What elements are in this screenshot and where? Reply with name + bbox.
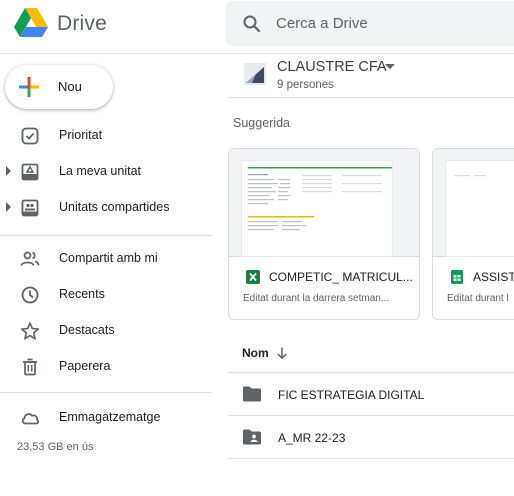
cloud-icon — [20, 408, 40, 428]
folder-members-count[interactable]: 9 persones — [277, 79, 334, 91]
search-bar[interactable]: Cerca a Drive — [225, 1, 514, 46]
search-icon[interactable] — [242, 14, 262, 34]
chevron-down-icon[interactable] — [385, 64, 395, 69]
sidebar-item-starred[interactable]: Destacats — [0, 315, 212, 347]
file-list-row[interactable]: FIC ESTRATEGIA DIGITAL — [228, 373, 514, 415]
sidebar-item-shared-drives[interactable]: Unitats compartides — [0, 192, 212, 224]
excel-icon — [245, 269, 261, 285]
file-list-row[interactable]: A_MR 22-23 — [228, 416, 514, 458]
sidebar-item-priority[interactable]: Prioritat — [0, 120, 212, 152]
sidebar-item-label: Emmagatzematge — [59, 410, 161, 424]
header-divider — [0, 53, 514, 54]
folder-title[interactable]: CLAUSTRE CFA — [277, 59, 387, 75]
app-title[interactable]: Drive — [57, 12, 107, 36]
sidebar-item-label: Compartit amb mi — [59, 251, 158, 265]
check-circle-icon — [20, 126, 40, 146]
sidebar-item-shared-with-me[interactable]: Compartit amb mi — [0, 243, 212, 275]
row-divider — [228, 458, 514, 459]
drive-logo-icon[interactable] — [14, 8, 48, 38]
search-input[interactable]: Cerca a Drive — [276, 15, 368, 32]
sort-arrow-down-icon[interactable] — [276, 346, 288, 360]
file-name: FIC ESTRATEGIA DIGITAL — [278, 388, 425, 402]
file-meta: Editat durant la darrera setman... — [243, 293, 390, 304]
suggested-section-title: Suggerida — [233, 116, 290, 130]
file-thumbnail — [229, 149, 419, 257]
sheets-icon — [449, 269, 465, 285]
folder-icon — [242, 385, 262, 403]
my-drive-icon — [20, 162, 40, 182]
sidebar-item-label: La meva unitat — [59, 164, 141, 178]
sidebar-item-label: Paperera — [59, 359, 111, 373]
expand-arrow-icon[interactable] — [6, 202, 11, 212]
sidebar-item-label: Recents — [59, 287, 105, 301]
shared-folder-avatar-icon — [244, 63, 266, 85]
shared-drives-icon — [20, 198, 40, 218]
sidebar-item-label: Prioritat — [59, 128, 103, 142]
trash-icon — [20, 357, 40, 377]
spreadsheet-preview — [445, 160, 514, 257]
people-icon — [20, 249, 40, 269]
clock-icon — [20, 285, 40, 305]
header-divider — [228, 97, 514, 98]
storage-usage-text: 23,53 GB en ús — [17, 441, 94, 453]
file-name: ASSISTE — [473, 270, 514, 284]
sidebar-divider — [0, 235, 212, 236]
new-button[interactable]: Nou — [5, 65, 113, 109]
sidebar-item-recent[interactable]: Recents — [0, 279, 212, 311]
column-header-name[interactable]: Nom — [242, 346, 269, 360]
sidebar-item-my-drive[interactable]: La meva unitat — [0, 156, 212, 188]
file-meta: Editat durant l — [447, 293, 509, 304]
spreadsheet-preview — [241, 160, 393, 257]
file-name: A_MR 22-23 — [278, 431, 346, 445]
sidebar-divider — [0, 392, 212, 393]
suggested-file-card[interactable]: ASSISTE Editat durant l — [432, 148, 514, 320]
plus-icon — [19, 77, 39, 97]
sidebar-item-label: Destacats — [59, 323, 115, 337]
star-icon — [20, 321, 40, 341]
file-thumbnail — [433, 149, 514, 257]
new-button-label: Nou — [58, 79, 82, 94]
sidebar-item-trash[interactable]: Paperera — [0, 351, 212, 383]
expand-arrow-icon[interactable] — [6, 166, 11, 176]
shared-folder-icon — [242, 428, 262, 446]
file-name: COMPETIC_ MATRICUL... — [269, 270, 413, 284]
sidebar-item-storage[interactable]: Emmagatzematge — [0, 402, 212, 434]
suggested-file-card[interactable]: COMPETIC_ MATRICUL... Editat durant la d… — [228, 148, 420, 320]
sidebar-item-label: Unitats compartides — [59, 200, 170, 214]
